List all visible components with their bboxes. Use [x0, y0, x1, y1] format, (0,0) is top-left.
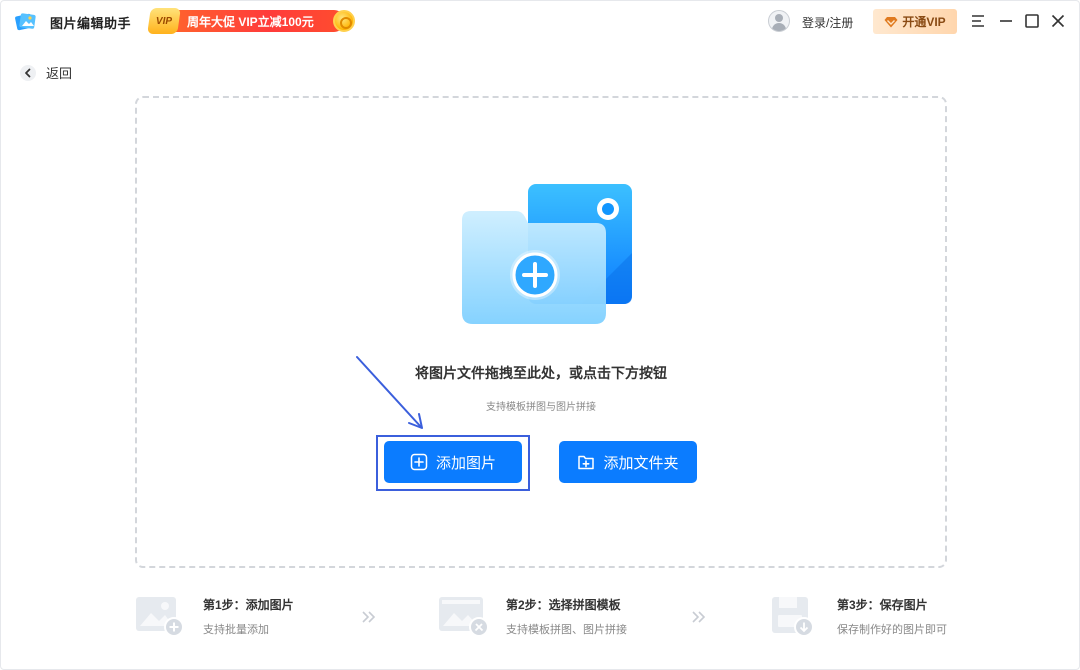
step-3-desc: 保存制作好的图片即可 — [837, 624, 947, 636]
diamond-icon — [884, 16, 898, 27]
login-link[interactable]: 登录/注册 — [802, 14, 853, 31]
open-vip-button[interactable]: 开通VIP — [873, 9, 957, 34]
step-1-title: 第1步：添加图片 — [203, 598, 294, 612]
app-logo-icon — [15, 13, 36, 31]
folder-add-icon — [462, 184, 632, 324]
step-3: 第3步：保存图片 保存制作好的图片即可 — [769, 593, 969, 643]
double-chevron-right-icon — [362, 611, 376, 623]
add-image-label: 添加图片 — [435, 454, 496, 472]
step-2-desc: 支持模板拼图、图片拼接 — [506, 624, 627, 636]
app-window: 图片编辑助手 VIP 周年大促 VIP立减100元 登录/注册 开通VIP 返回… — [0, 0, 1080, 670]
title-bar: 图片编辑助手 VIP 周年大促 VIP立减100元 登录/注册 开通VIP — [1, 1, 1079, 41]
template-icon — [439, 597, 488, 637]
app-title: 图片编辑助手 — [50, 16, 132, 31]
close-icon[interactable] — [1048, 11, 1068, 31]
minimize-icon[interactable] — [996, 11, 1016, 31]
save-icon — [772, 597, 814, 637]
drop-zone-title: 将图片文件拖拽至此处，或点击下方按钮 — [415, 365, 667, 381]
step-1: 第1步：添加图片 支持批量添加 — [135, 593, 335, 643]
back-button[interactable]: 返回 — [20, 63, 72, 82]
step-3-title: 第3步：保存图片 — [837, 598, 928, 612]
double-chevron-right-icon — [692, 611, 706, 623]
promo-vip-label: VIP — [155, 15, 173, 27]
image-add-icon — [136, 597, 184, 637]
vip-button-label: 开通VIP — [902, 15, 946, 29]
back-label: 返回 — [46, 66, 73, 81]
promo-banner[interactable]: VIP 周年大促 VIP立减100元 — [147, 8, 357, 34]
folder-plus-icon — [578, 455, 595, 470]
coin-icon — [333, 10, 355, 32]
drop-zone[interactable] — [135, 96, 947, 568]
plus-square-icon — [410, 453, 428, 471]
promo-vip-badge: VIP — [147, 8, 181, 34]
add-image-button[interactable]: 添加图片 — [384, 441, 522, 483]
chevron-left-icon — [20, 64, 36, 81]
avatar[interactable] — [768, 10, 790, 32]
menu-icon[interactable] — [968, 11, 988, 31]
step-2-title: 第2步：选择拼图模板 — [506, 598, 621, 612]
add-folder-label: 添加文件夹 — [603, 454, 679, 472]
drop-zone-subtitle: 支持模板拼图与图片拼接 — [486, 402, 596, 413]
add-folder-button[interactable]: 添加文件夹 — [559, 441, 697, 483]
promo-text: 周年大促 VIP立减100元 — [187, 15, 314, 29]
step-1-desc: 支持批量添加 — [203, 624, 269, 636]
step-2: 第2步：选择拼图模板 支持模板拼图、图片拼接 — [438, 593, 658, 643]
pointer-arrow-icon — [356, 356, 423, 429]
maximize-icon[interactable] — [1022, 11, 1042, 31]
